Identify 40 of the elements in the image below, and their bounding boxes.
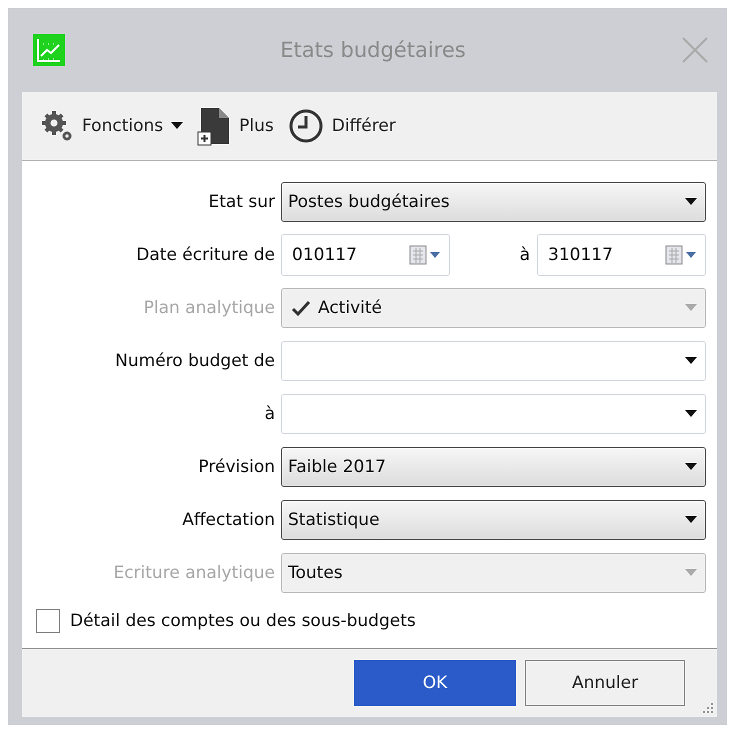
calendar-icon[interactable]: [409, 245, 441, 265]
field-label: Prévision: [197, 456, 275, 476]
field-label: Ecriture analytique: [112, 562, 275, 582]
close-icon[interactable]: [681, 36, 709, 64]
toolbar-button[interactable]: Plus: [195, 102, 276, 150]
field-label: Affectation: [181, 510, 275, 530]
field-label: Date écriture de: [135, 245, 275, 265]
toolbar-button[interactable]: Fonctions: [38, 105, 186, 147]
resize-grip-icon[interactable]: [702, 702, 714, 714]
caret-icon: [171, 122, 184, 130]
checkbox[interactable]: [36, 609, 60, 633]
cancel-button[interactable]: Annuler: [525, 660, 685, 706]
caret-icon: [685, 410, 697, 418]
chart-icon: [33, 34, 65, 66]
toolbar-button[interactable]: Différer: [286, 104, 398, 148]
field-label: à: [518, 245, 531, 265]
field-label: Etat sur: [207, 192, 275, 212]
dropdown[interactable]: Faible 2017: [281, 446, 706, 486]
combo-field[interactable]: [281, 394, 706, 434]
checkbox-label: Détail des comptes ou des sous-budgets: [70, 611, 416, 631]
ok-button[interactable]: OK: [354, 660, 516, 706]
date-field[interactable]: 310117: [537, 234, 706, 276]
date-field[interactable]: 010117: [281, 234, 450, 276]
document-icon: [197, 106, 232, 146]
field-label: Plan analytique: [142, 298, 275, 318]
gear-icon: [40, 109, 74, 143]
caret-icon: [685, 462, 697, 470]
window-title: Etats budgétaires: [279, 38, 467, 62]
clock-icon: [288, 108, 324, 144]
field-label: à: [264, 404, 275, 424]
caret-icon: [685, 356, 697, 364]
field-label: Numéro budget de: [114, 350, 275, 370]
caret-icon: [685, 198, 697, 206]
caret-icon: [685, 304, 697, 312]
dropdown[interactable]: Statistique: [281, 500, 706, 540]
combo-field[interactable]: [281, 340, 706, 380]
caret-icon: [685, 516, 697, 524]
caret-icon: [685, 568, 697, 576]
calendar-icon[interactable]: [665, 245, 697, 265]
dropdown[interactable]: Postes budgétaires: [281, 182, 706, 222]
